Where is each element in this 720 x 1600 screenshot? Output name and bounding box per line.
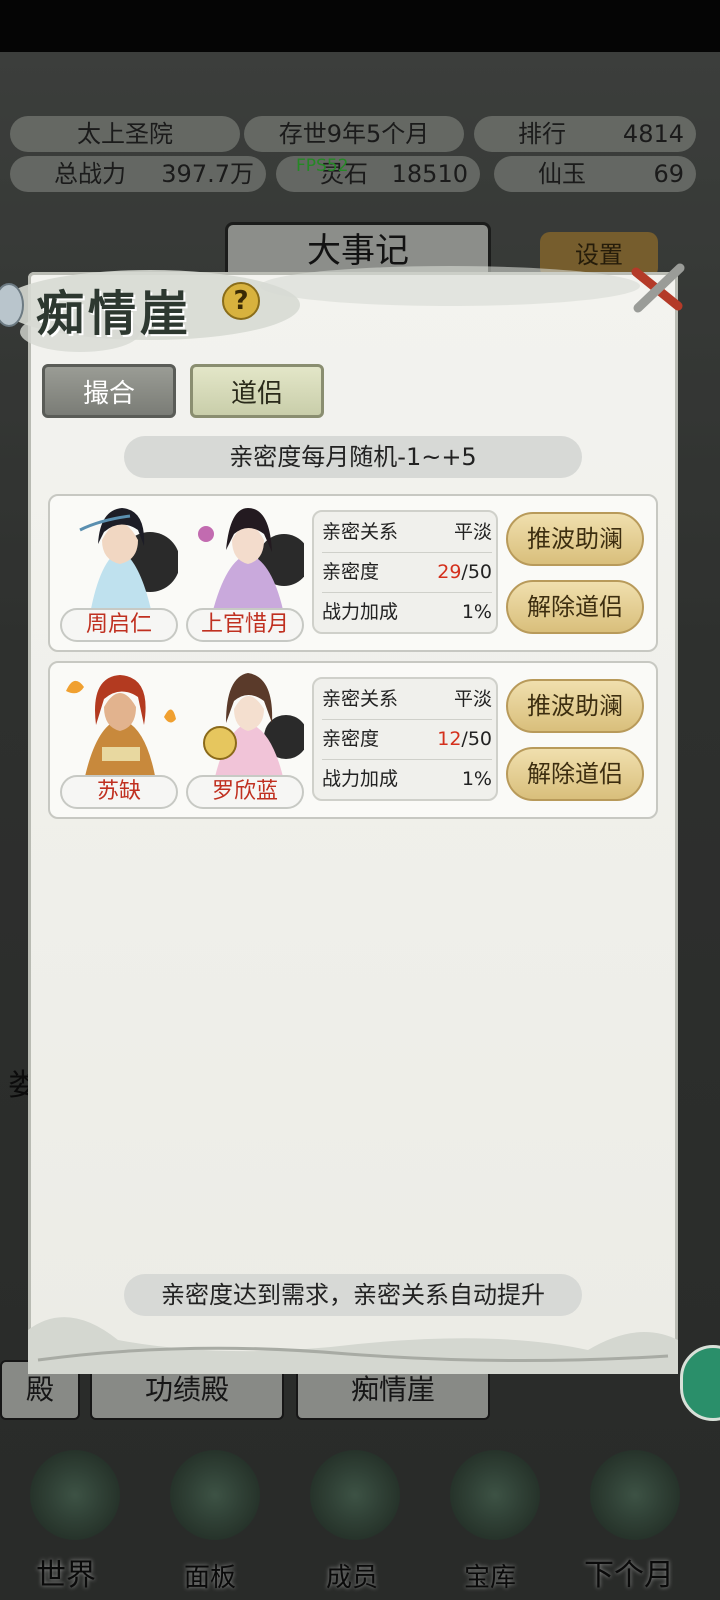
boost-button[interactable]: 推波助澜 [506,512,644,566]
help-icon[interactable]: ? [222,282,260,320]
female-portrait [186,500,304,614]
intimacy-row: 亲密度 29/50 [322,554,492,590]
bonus-value: 1% [461,768,492,790]
intimacy-label: 亲密度 [322,728,380,750]
status-bar [0,0,720,52]
bonus-value: 1% [461,601,492,623]
tab-couples[interactable]: 道侣 [190,364,324,418]
bonus-row: 战力加成 1% [322,594,492,630]
intimacy-footer-banner: 亲密度达到需求，亲密关系自动提升 [124,1274,582,1316]
relation-label: 亲密关系 [322,688,399,710]
intimacy-value: 29/50 [437,554,492,590]
dialog-title: 痴情崖 [36,286,193,342]
intimacy-current: 12 [437,728,462,750]
relation-row: 亲密关系 平淡 [322,681,492,717]
female-name: 罗欣蓝 [186,775,304,809]
intimacy-value: 12/50 [437,721,492,757]
intimacy-label: 亲密度 [322,561,380,583]
bonus-label: 战力加成 [322,768,399,790]
relation-value: 平淡 [453,521,492,543]
dissolve-button[interactable]: 解除道侣 [506,747,644,801]
intimacy-max: /50 [461,728,492,750]
boost-button[interactable]: 推波助澜 [506,679,644,733]
intimacy-max: /50 [461,561,492,583]
male-name: 周启仁 [60,608,178,642]
intimacy-row: 亲密度 12/50 [322,721,492,757]
couple-stats: 亲密关系 平淡 亲密度 12/50 战力加成 1% [312,677,498,801]
male-portrait [60,500,178,614]
tab-matchmaking[interactable]: 撮合 [42,364,176,418]
female-portrait [186,667,304,781]
relation-label: 亲密关系 [322,521,399,543]
couple-card: 苏缺 罗欣蓝 亲密关系 平淡 亲密度 12/50 战力加成 1% 推波助澜 解除… [48,661,658,819]
relation-row: 亲密关系 平淡 [322,514,492,550]
bonus-label: 战力加成 [322,601,399,623]
female-name: 上官惜月 [186,608,304,642]
bonus-row: 战力加成 1% [322,761,492,797]
male-name: 苏缺 [60,775,178,809]
close-icon[interactable] [628,258,688,318]
intimacy-current: 29 [437,561,462,583]
dissolve-button[interactable]: 解除道侣 [506,580,644,634]
male-portrait [60,667,178,781]
couple-card: 周启仁 上官惜月 亲密关系 平淡 亲密度 29/50 战力加成 1% 推波助澜 … [48,494,658,652]
intimacy-info-banner: 亲密度每月随机-1~+5 [124,436,582,478]
relation-value: 平淡 [453,688,492,710]
couple-stats: 亲密关系 平淡 亲密度 29/50 战力加成 1% [312,510,498,634]
